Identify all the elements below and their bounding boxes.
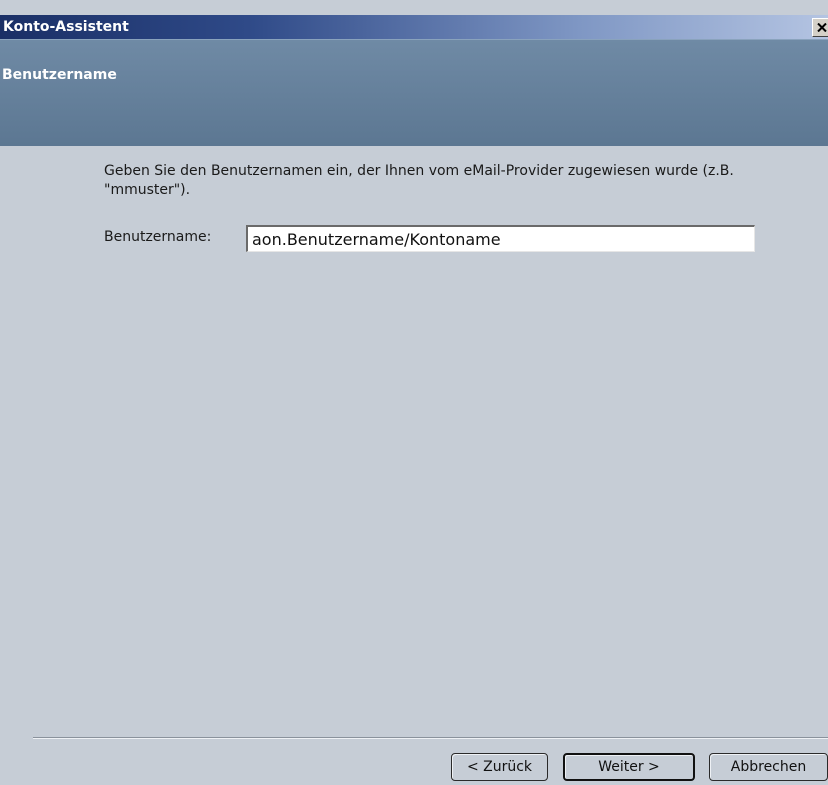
close-button[interactable] bbox=[812, 18, 828, 37]
username-label: Benutzername: bbox=[104, 229, 212, 245]
divider bbox=[33, 737, 828, 739]
window-title: Konto-Assistent bbox=[3, 19, 129, 35]
instruction-text: Geben Sie den Benutzernamen ein, der Ihn… bbox=[104, 163, 734, 198]
back-button[interactable]: < Zurück bbox=[451, 753, 548, 781]
username-input[interactable] bbox=[246, 225, 755, 252]
title-bar[interactable]: Konto-Assistent bbox=[0, 15, 828, 39]
next-button[interactable]: Weiter > bbox=[563, 753, 695, 781]
cancel-button[interactable]: Abbrechen bbox=[709, 753, 828, 781]
page-title: Benutzername bbox=[2, 67, 117, 83]
close-icon bbox=[817, 23, 827, 32]
wizard-header: Benutzername bbox=[0, 39, 828, 146]
account-wizard-dialog: Konto-Assistent Benutzername Geben Sie d… bbox=[0, 0, 828, 785]
